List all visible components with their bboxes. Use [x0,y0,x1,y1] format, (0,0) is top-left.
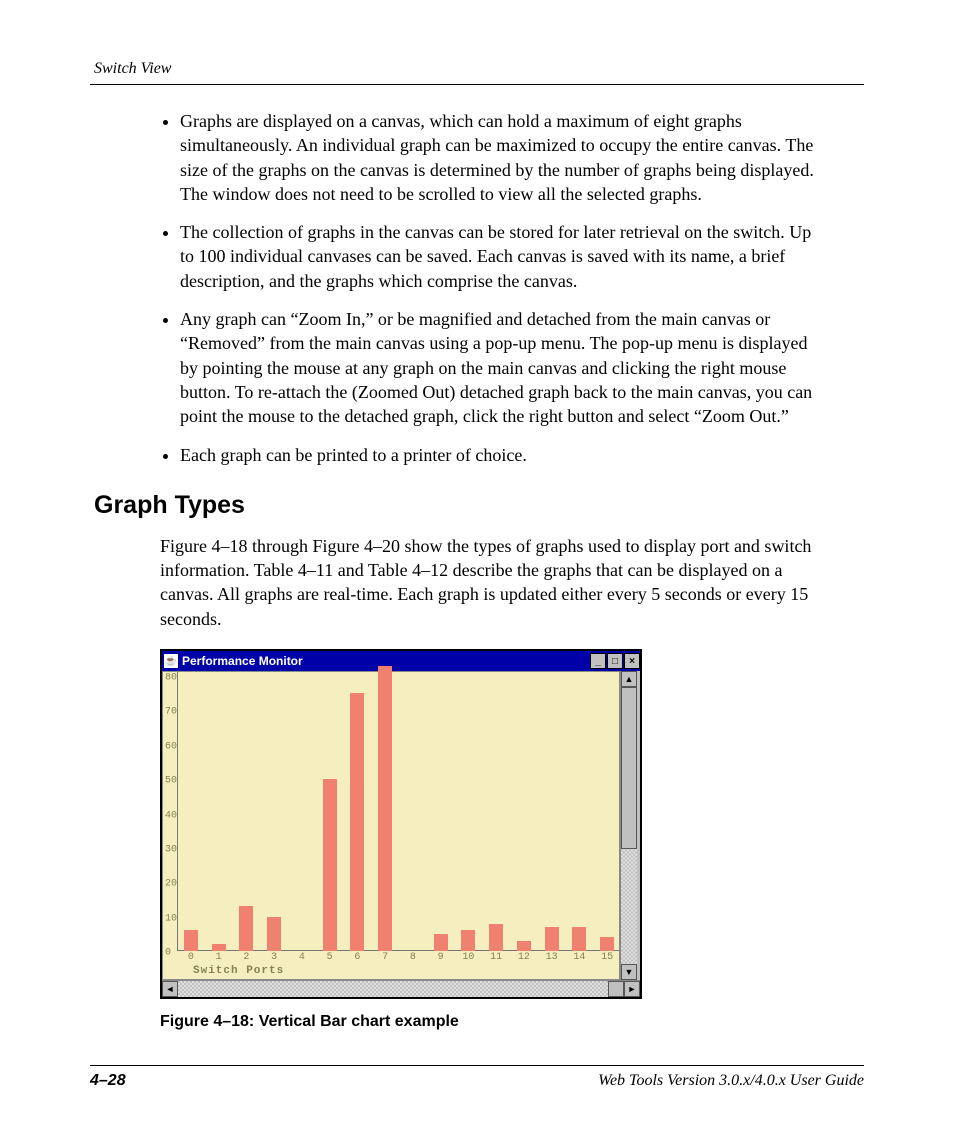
x-tick: 15 [601,952,613,963]
bar [461,930,475,951]
section-paragraph: Figure 4–18 through Figure 4–20 show the… [160,534,840,631]
bars-container [177,672,619,951]
window-title: Performance Monitor [182,654,303,668]
list-item: Each graph can be printed to a printer o… [180,443,820,467]
bar [517,941,531,951]
x-tick: 13 [546,952,558,963]
x-tick: 4 [299,952,305,963]
x-tick: 5 [327,952,333,963]
x-tick: 11 [490,952,502,963]
y-tick: 60 [165,741,193,752]
minimize-button[interactable]: _ [590,653,606,669]
bullet-list: Graphs are displayed on a canvas, which … [150,109,820,467]
scroll-down-arrow-icon[interactable]: ▼ [621,964,637,980]
y-tick: 80 [165,673,193,684]
window-titlebar[interactable]: ☕ Performance Monitor _ □ × [162,651,640,671]
x-tick: 3 [271,952,277,963]
bottom-rule [90,1065,864,1066]
bar [239,906,253,951]
bar [545,927,559,951]
x-tick: 0 [188,952,194,963]
top-rule [90,84,864,85]
scroll-left-arrow-icon[interactable]: ◄ [162,981,178,997]
page-footer: 4–28 Web Tools Version 3.0.x/4.0.x User … [90,1065,864,1090]
scroll-right-arrow-icon[interactable]: ► [624,981,640,997]
bar-chart-plot: Switch Ports 010203040506070800123456789… [162,671,620,980]
vertical-scroll-thumb[interactable] [621,687,637,849]
x-tick: 12 [518,952,530,963]
list-item: Graphs are displayed on a canvas, which … [180,109,820,206]
section-heading-graph-types: Graph Types [94,491,864,520]
page: Switch View Graphs are displayed on a ca… [0,0,954,1145]
java-cup-icon: ☕ [164,654,178,668]
bar [323,779,337,951]
x-tick: 2 [243,952,249,963]
vertical-scrollbar[interactable]: ▲ ▼ [620,671,637,980]
x-tick: 14 [573,952,585,963]
running-head: Switch View [90,60,864,84]
y-tick: 20 [165,879,193,890]
y-tick: 70 [165,707,193,718]
x-axis-label: Switch Ports [193,965,284,977]
figure-caption: Figure 4–18: Vertical Bar chart example [160,1013,640,1031]
bar [350,693,364,951]
close-button[interactable]: × [624,653,640,669]
x-tick: 7 [382,952,388,963]
figure-4-18: ☕ Performance Monitor _ □ × Switch Ports… [160,649,640,1031]
bar [572,927,586,951]
bar [212,944,226,951]
list-item: The collection of graphs in the canvas c… [180,220,820,293]
x-tick: 9 [438,952,444,963]
performance-monitor-window: ☕ Performance Monitor _ □ × Switch Ports… [160,649,642,999]
doc-title: Web Tools Version 3.0.x/4.0.x User Guide [598,1072,864,1090]
y-tick: 40 [165,810,193,821]
bar [434,934,448,951]
x-tick: 10 [462,952,474,963]
x-tick: 8 [410,952,416,963]
y-tick: 10 [165,913,193,924]
bar [489,924,503,952]
horizontal-scrollbar[interactable]: ◄ ► [162,980,640,997]
scroll-up-arrow-icon[interactable]: ▲ [621,671,637,687]
horizontal-scroll-thumb[interactable] [608,981,624,997]
page-number: 4–28 [90,1072,126,1090]
maximize-button[interactable]: □ [607,653,623,669]
y-tick: 30 [165,844,193,855]
bar [378,666,392,951]
bar [600,937,614,951]
list-item: Any graph can “Zoom In,” or be magnified… [180,307,820,428]
bar [267,917,281,951]
y-tick: 50 [165,776,193,787]
x-tick: 6 [354,952,360,963]
x-tick: 1 [216,952,222,963]
